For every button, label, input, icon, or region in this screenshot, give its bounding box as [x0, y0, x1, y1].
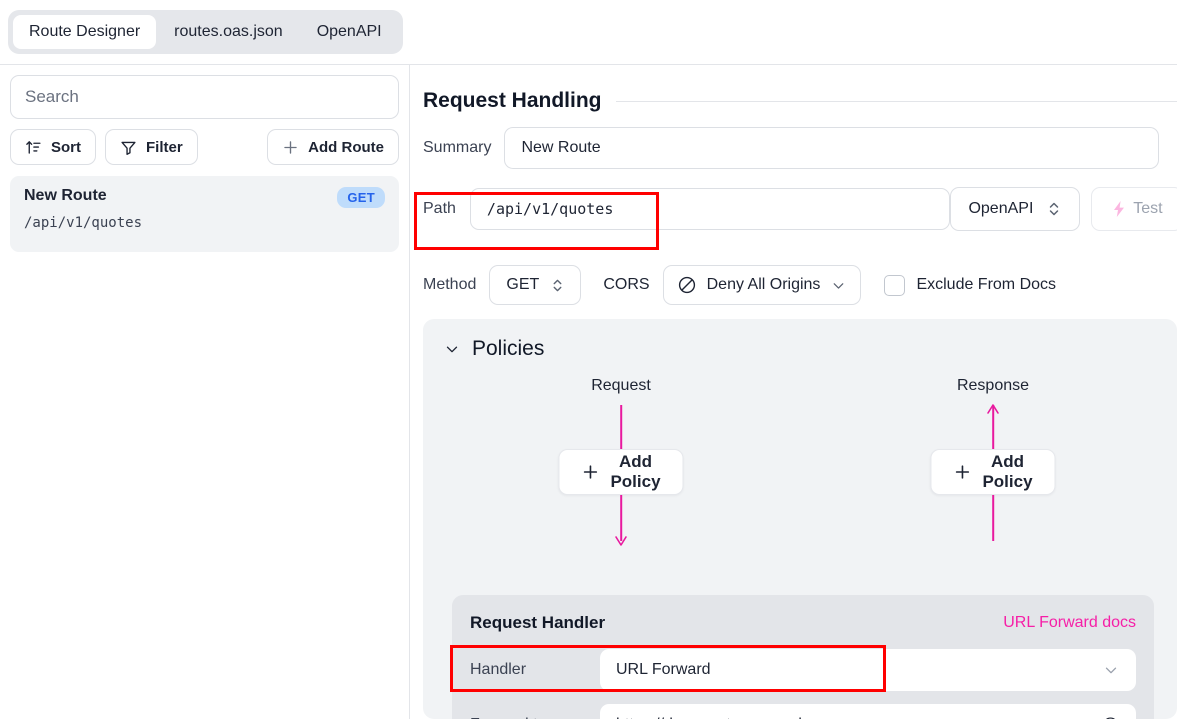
help-circle-icon[interactable] — [1101, 716, 1120, 719]
method-select-value: GET — [506, 276, 539, 294]
policies-panel: Policies Request Add Policy — [423, 319, 1177, 719]
summary-row: Summary New Route — [423, 127, 1159, 169]
summary-label: Summary — [423, 139, 491, 157]
sidebar: Search Sort Filter — [0, 65, 410, 719]
route-path: /api/v1/quotes — [24, 215, 385, 231]
add-route-button[interactable]: Add Route — [267, 129, 399, 165]
plus-icon — [282, 139, 299, 156]
cors-select[interactable]: Deny All Origins — [663, 265, 862, 305]
request-handler-card: Request Handler URL Forward docs Handler… — [452, 595, 1154, 719]
spec-select[interactable]: OpenAPI — [950, 187, 1080, 231]
tab-bar: Route Designer routes.oas.json OpenAPI — [0, 0, 448, 64]
handler-label: Handler — [470, 661, 600, 679]
chevron-updown-icon — [1047, 200, 1061, 218]
summary-input[interactable]: New Route — [504, 127, 1159, 169]
filter-icon — [120, 139, 137, 156]
filter-button[interactable]: Filter — [105, 129, 198, 165]
plus-icon — [581, 463, 599, 481]
request-line-top — [620, 405, 622, 449]
method-row: Method GET CORS Deny All Origins — [423, 265, 1056, 305]
sort-button[interactable]: Sort — [10, 129, 96, 165]
route-method-badge: GET — [337, 187, 385, 208]
policies-header[interactable]: Policies — [443, 337, 544, 361]
request-flow-column: Request Add Policy — [521, 377, 721, 571]
section-rule — [616, 101, 1177, 102]
handler-select-row: Handler URL Forward — [470, 649, 1136, 691]
chevron-down-icon — [830, 277, 847, 294]
chevron-down-icon — [1102, 661, 1120, 679]
filter-label: Filter — [146, 139, 183, 156]
path-label: Path — [423, 200, 456, 218]
request-arrowhead-down-icon — [613, 533, 629, 547]
response-flow-column: Response Add Policy — [893, 377, 1093, 571]
policies-title: Policies — [472, 337, 544, 361]
app-root: Route Designer routes.oas.json OpenAPI S… — [0, 0, 1177, 719]
route-list-item[interactable]: New Route /api/v1/quotes GET — [10, 176, 399, 252]
main-panel: Request Handling Summary New Route Path … — [410, 65, 1177, 719]
handler-select[interactable]: URL Forward — [600, 649, 1136, 691]
tab-routes-oas-json[interactable]: routes.oas.json — [158, 15, 299, 49]
add-request-policy-button[interactable]: Add Policy — [558, 449, 683, 495]
sidebar-toolbar: Sort Filter Add Route — [10, 129, 399, 165]
checkbox-box — [884, 275, 905, 296]
url-forward-docs-link[interactable]: URL Forward docs — [1003, 614, 1136, 632]
search-input[interactable]: Search — [10, 75, 399, 119]
path-input[interactable]: /api/v1/quotes — [470, 188, 950, 230]
exclude-from-docs-label: Exclude From Docs — [916, 276, 1056, 294]
method-select[interactable]: GET — [489, 265, 581, 305]
sort-label: Sort — [51, 139, 81, 156]
tab-route-designer[interactable]: Route Designer — [13, 15, 156, 49]
response-flow-arrows: Add Policy — [893, 401, 1093, 571]
route-name: New Route — [24, 187, 385, 205]
add-request-policy-label: Add Policy — [610, 452, 660, 492]
path-row: Path /api/v1/quotes OpenAPI Test — [423, 187, 1177, 231]
section-header: Request Handling — [423, 89, 1177, 113]
deny-circle-slash-icon — [677, 275, 697, 295]
add-response-policy-label: Add Policy — [982, 452, 1032, 492]
test-button[interactable]: Test — [1091, 187, 1177, 231]
add-response-policy-button[interactable]: Add Policy — [930, 449, 1055, 495]
tab-openapi[interactable]: OpenAPI — [301, 15, 398, 49]
page-title: Request Handling — [423, 89, 602, 113]
sort-icon — [25, 139, 42, 156]
response-line-bottom — [992, 495, 994, 541]
test-label: Test — [1133, 200, 1162, 218]
request-handler-header: Request Handler URL Forward docs — [470, 613, 1136, 633]
plus-icon — [953, 463, 971, 481]
spec-select-value: OpenAPI — [968, 200, 1033, 218]
lightning-icon — [1111, 200, 1127, 218]
response-arrowhead-up-icon — [985, 403, 1001, 417]
handler-select-value: URL Forward — [616, 661, 711, 679]
forward-to-row: Forward to https://dunequotes.onrender.c… — [470, 704, 1136, 719]
request-flow-label: Request — [521, 377, 721, 395]
chevron-down-icon — [443, 340, 461, 358]
exclude-from-docs-checkbox[interactable]: Exclude From Docs — [884, 275, 1056, 296]
chevron-updown-icon — [551, 277, 564, 294]
forward-to-input[interactable]: https://dunequotes.onrender.com — [600, 704, 1136, 719]
tab-group: Route Designer routes.oas.json OpenAPI — [8, 10, 403, 54]
cors-select-value: Deny All Origins — [707, 276, 821, 294]
response-flow-label: Response — [893, 377, 1093, 395]
request-flow-arrows: Add Policy — [521, 401, 721, 571]
add-route-label: Add Route — [308, 139, 384, 156]
cors-label: CORS — [603, 276, 649, 294]
request-handler-title: Request Handler — [470, 613, 605, 633]
method-label: Method — [423, 276, 476, 294]
